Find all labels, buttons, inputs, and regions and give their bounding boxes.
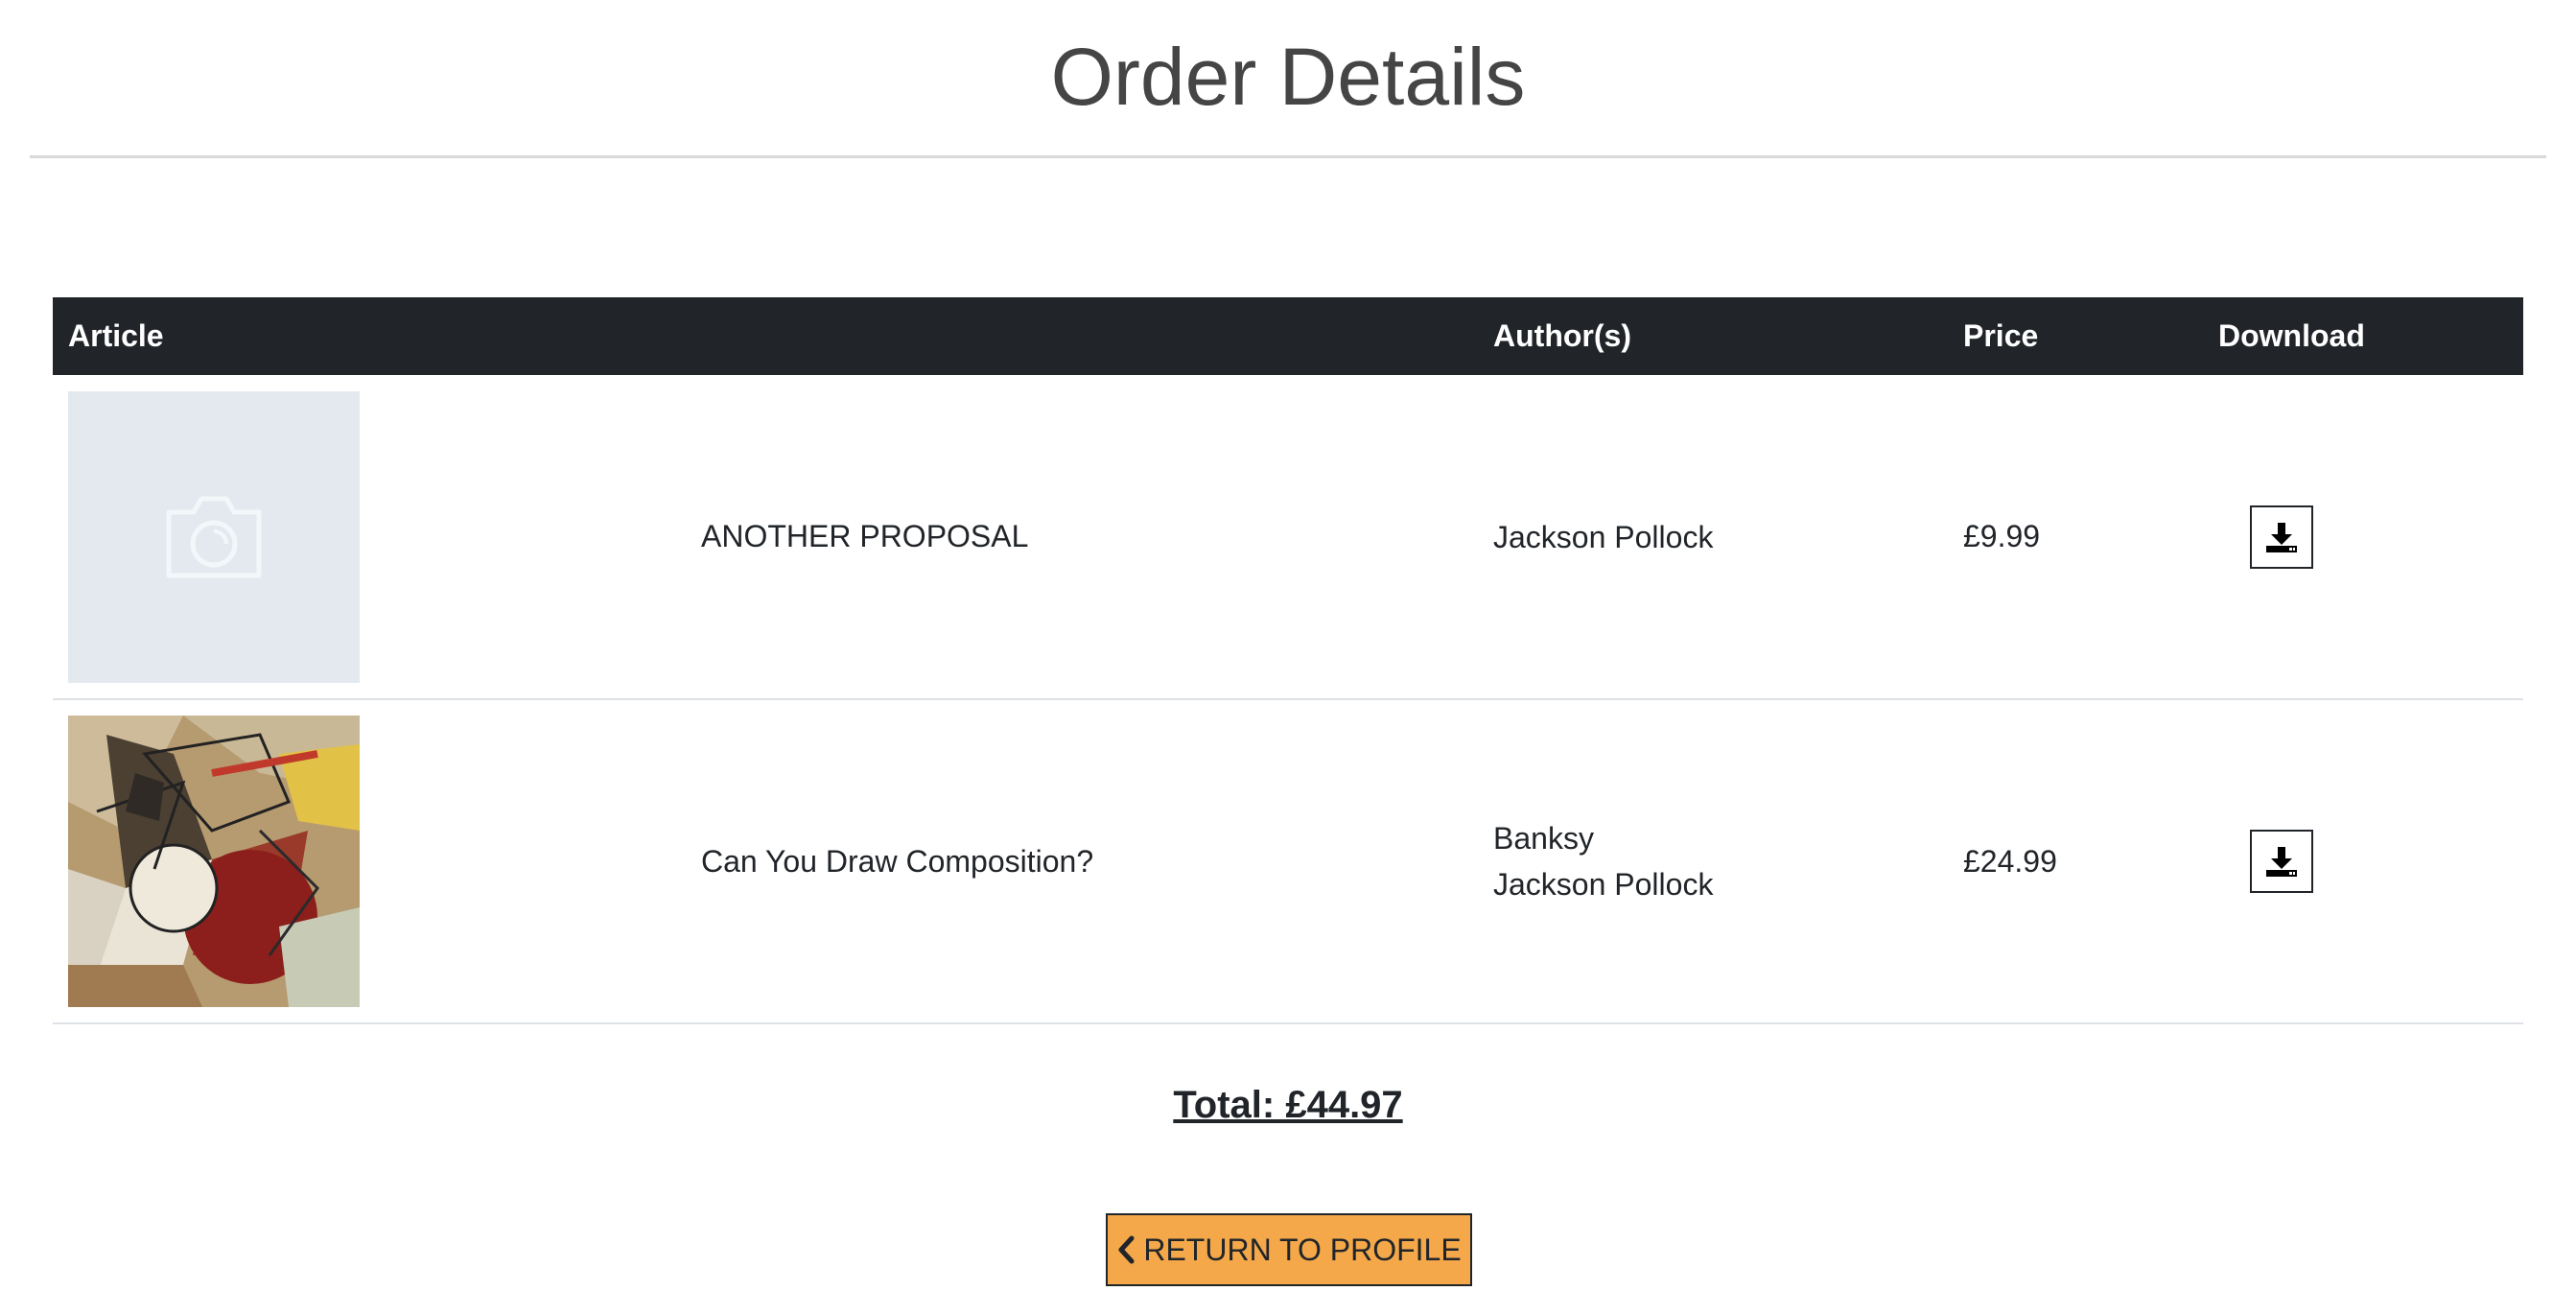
order-total: Total: £44.97 bbox=[1173, 1084, 1403, 1126]
download-cell bbox=[2203, 699, 2523, 1024]
author-name: Jackson Pollock bbox=[1493, 867, 1714, 902]
order-details-page: Order Details Article Author(s) Price Do… bbox=[0, 0, 2576, 1291]
header-title bbox=[686, 297, 1478, 375]
camera-placeholder-icon bbox=[166, 496, 262, 577]
header-price: Price bbox=[1963, 318, 2039, 353]
article-thumbnail[interactable] bbox=[68, 716, 360, 1007]
article-thumbnail-cell bbox=[53, 375, 686, 700]
download-button[interactable] bbox=[2250, 505, 2313, 569]
artwork-image bbox=[68, 716, 360, 1007]
article-title: Can You Draw Composition? bbox=[686, 699, 1478, 1024]
download-icon bbox=[2266, 522, 2297, 552]
return-button-label: RETURN TO PROFILE bbox=[1143, 1232, 1462, 1267]
download-button[interactable] bbox=[2250, 830, 2313, 893]
header-download: Download bbox=[2218, 318, 2365, 353]
chevron-left-icon bbox=[1116, 1235, 1136, 1264]
article-price: £24.99 bbox=[1948, 699, 2203, 1024]
table-row: ANOTHER PROPOSAL Jackson Pollock £9.99 bbox=[53, 375, 2523, 700]
header-article: Article bbox=[68, 318, 164, 353]
download-cell bbox=[2203, 375, 2523, 700]
author-name: Jackson Pollock bbox=[1493, 519, 1714, 554]
author-name: Banksy bbox=[1493, 821, 1594, 856]
article-thumbnail-cell bbox=[53, 699, 686, 1024]
article-authors: Jackson Pollock bbox=[1478, 375, 1948, 700]
page-title: Order Details bbox=[1050, 32, 1526, 122]
order-table: Article Author(s) Price Download ANOTHER… bbox=[53, 297, 2523, 1024]
download-icon bbox=[2266, 847, 2297, 877]
article-title: ANOTHER PROPOSAL bbox=[686, 375, 1478, 700]
table-header-row: Article Author(s) Price Download bbox=[53, 297, 2523, 375]
return-to-profile-button[interactable]: RETURN TO PROFILE bbox=[1106, 1213, 1472, 1286]
article-price: £9.99 bbox=[1948, 375, 2203, 700]
article-authors: Banksy Jackson Pollock bbox=[1478, 699, 1948, 1024]
title-divider bbox=[30, 155, 2546, 158]
table-row: Can You Draw Composition? Banksy Jackson… bbox=[53, 699, 2523, 1024]
header-authors: Author(s) bbox=[1493, 318, 1631, 353]
article-thumbnail[interactable] bbox=[68, 390, 360, 683]
